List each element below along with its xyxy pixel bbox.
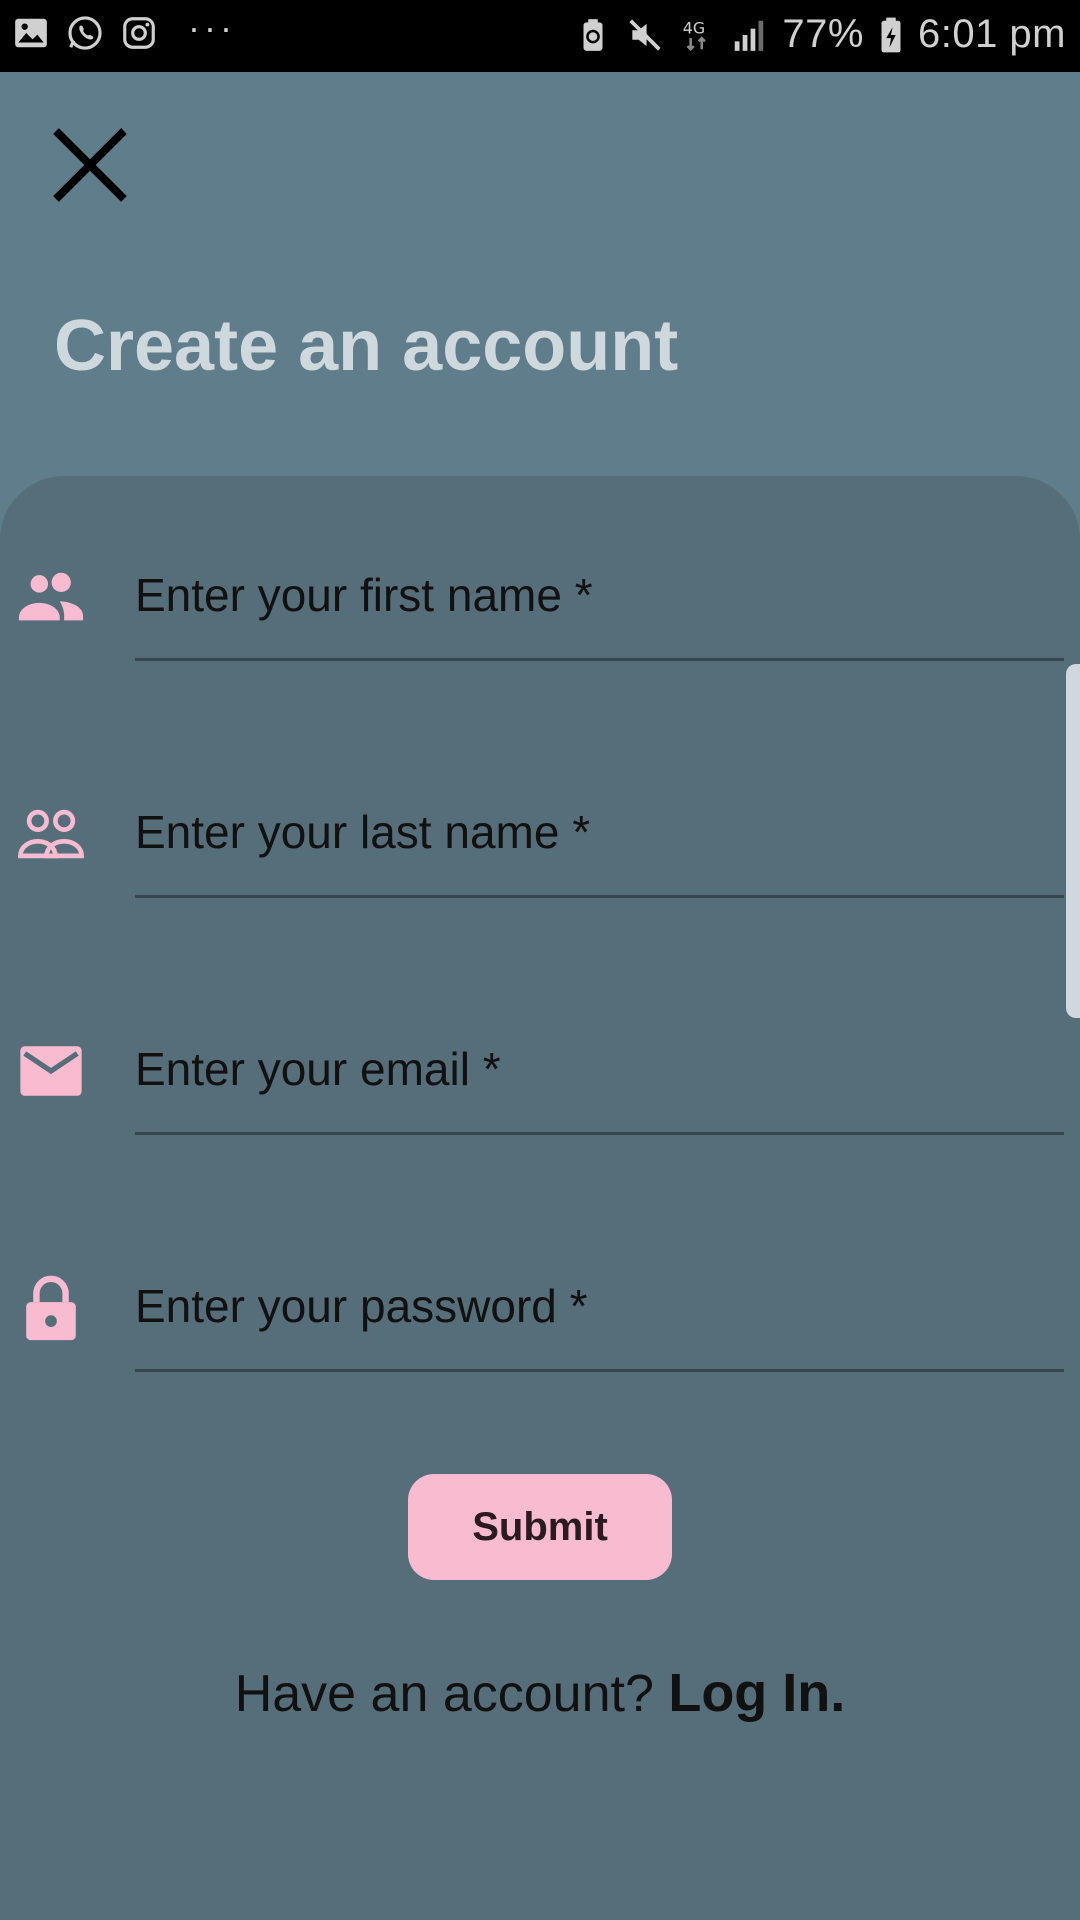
email-field [0,1026,1080,1176]
close-button[interactable] [50,125,130,205]
last-name-field [0,789,1080,939]
close-icon [53,128,127,202]
whatsapp-icon [68,16,102,50]
overflow-dots: ··· [188,7,236,48]
login-link[interactable]: Log In. [668,1663,845,1723]
first-name-field [0,552,1080,702]
mute-icon [629,18,661,51]
password-field [0,1263,1080,1413]
status-bar: ··· 4G 77% 6:01 pm [0,0,1080,72]
battery-icon [881,17,901,52]
password-input[interactable] [135,1263,1064,1372]
submit-button[interactable]: Submit [408,1474,672,1580]
people-outline-icon [18,809,84,859]
people-icon [18,572,84,621]
battery-saver-icon [583,18,603,51]
lock-icon [26,1275,76,1341]
signal-icon [735,20,764,51]
gallery-icon [15,18,47,48]
status-bar-right: 4G 77% 6:01 pm [574,12,1066,57]
login-prompt-row: Have an account? Log In. [0,1662,1080,1724]
status-time: 6:01 pm [917,12,1066,56]
battery-percent: 77% [782,12,864,56]
mail-icon [20,1046,82,1096]
status-bar-left: ··· [12,7,236,52]
email-input[interactable] [135,1026,1064,1135]
first-name-input[interactable] [135,552,1064,661]
data-4g-icon: 4G [683,18,707,51]
instagram-icon [123,17,155,49]
network-label: 4G [683,18,705,37]
last-name-input[interactable] [135,789,1064,898]
page-title: Create an account [54,306,679,386]
login-prompt-text: Have an account? [234,1665,669,1723]
